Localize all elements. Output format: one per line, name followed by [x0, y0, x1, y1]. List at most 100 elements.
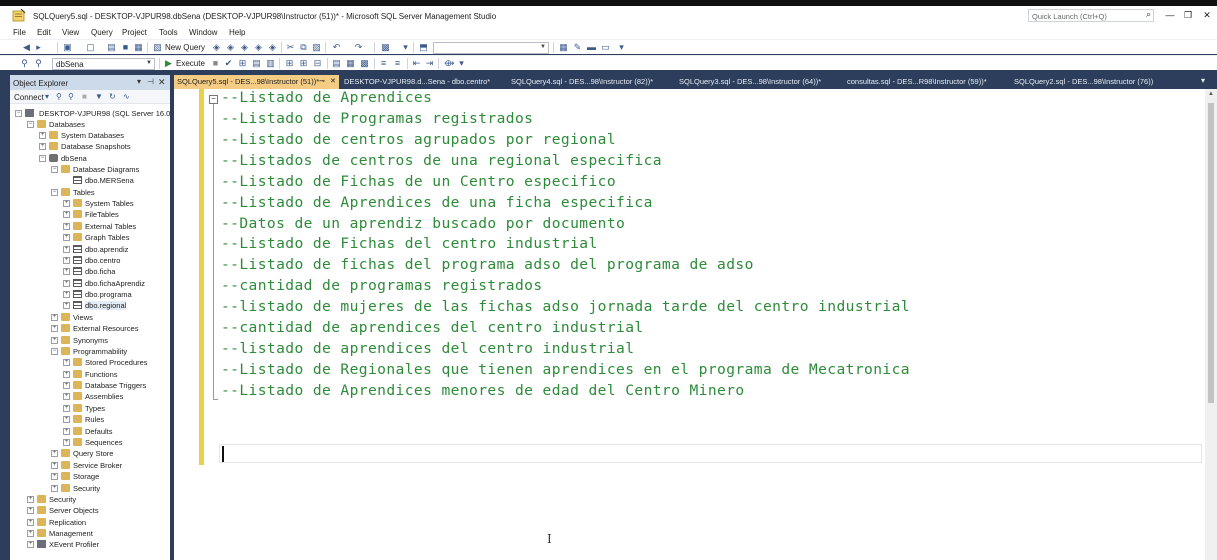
new-project-icon[interactable]: ▣	[63, 43, 72, 52]
expand-icon[interactable]: +	[63, 223, 70, 230]
close-icon[interactable]: ✕	[158, 77, 166, 88]
menu-tools[interactable]: Tools	[159, 28, 178, 37]
expand-icon[interactable]: +	[63, 439, 70, 446]
available-databases-combo[interactable]: dbSena ▼	[52, 58, 155, 70]
close-window-button[interactable]: ✕	[1200, 10, 1214, 21]
execute-button[interactable]: Execute	[176, 59, 205, 68]
pin-icon[interactable]: ⊸	[319, 77, 325, 85]
expand-icon[interactable]: +	[39, 132, 46, 139]
new-query-button[interactable]: New Query	[165, 43, 205, 52]
xmla-query-icon[interactable]: ◈	[268, 43, 277, 52]
undo-icon[interactable]: ↶	[332, 43, 341, 52]
expand-icon[interactable]: +	[63, 257, 70, 264]
disconnect-icon[interactable]: ⚲	[68, 92, 74, 101]
stop-icon[interactable]: ■	[82, 92, 87, 101]
expand-icon[interactable]: +	[63, 416, 70, 423]
include-actual-plan-icon[interactable]: ⊞	[285, 59, 294, 68]
expand-icon[interactable]: +	[51, 473, 58, 480]
menu-help[interactable]: Help	[229, 28, 245, 37]
expand-icon[interactable]: +	[63, 200, 70, 207]
menu-project[interactable]: Project	[122, 28, 147, 37]
activity-monitor-icon[interactable]: ∿	[123, 92, 130, 101]
collapse-icon[interactable]: −	[51, 166, 58, 173]
tab-sqlquery5[interactable]: SQLQuery5.sql - DES...98\Instructor (51)…	[174, 75, 339, 89]
registered-servers-icon[interactable]: ▦	[559, 43, 568, 52]
cut-icon[interactable]: ✂	[286, 43, 295, 52]
display-estimated-plan-icon[interactable]: ⊞	[238, 59, 247, 68]
dropdown-icon[interactable]: ▾	[137, 77, 141, 86]
live-query-stats-icon[interactable]: ⊞	[299, 59, 308, 68]
analysis-query-icon[interactable]: ◈	[226, 43, 235, 52]
expand-icon[interactable]: +	[63, 405, 70, 412]
results-to-grid-icon[interactable]: ▦	[346, 59, 355, 68]
debug-window-icon[interactable]: ▩	[381, 43, 390, 52]
minimize-button[interactable]: —	[1163, 10, 1177, 20]
quick-launch-input[interactable]: Quick Launch (Ctrl+Q) ⌕	[1028, 9, 1154, 22]
new-query-icon[interactable]: ▧	[153, 43, 162, 52]
intellisense-icon[interactable]: ▥	[266, 59, 275, 68]
expand-icon[interactable]: +	[63, 393, 70, 400]
editor-vertical-scrollbar[interactable]: ▲	[1205, 89, 1217, 560]
menu-edit[interactable]: Edit	[37, 28, 51, 37]
tab-consultas[interactable]: consultas.sql - DES...R98\Instructor (59…	[844, 75, 1004, 89]
menu-window[interactable]: Window	[189, 28, 217, 37]
toolbar-options-icon[interactable]: ▾	[457, 59, 466, 68]
expand-icon[interactable]: +	[63, 371, 70, 378]
expand-icon[interactable]: +	[63, 234, 70, 241]
collapse-icon[interactable]: −	[15, 110, 22, 117]
scrollbar-thumb[interactable]	[1208, 103, 1214, 403]
chevron-down-icon[interactable]: ▾	[45, 92, 49, 101]
results-to-text-icon[interactable]: ▤	[332, 59, 341, 68]
find-in-files-icon[interactable]: ⬒	[419, 43, 428, 52]
expand-icon[interactable]: +	[27, 496, 34, 503]
expand-icon[interactable]: +	[63, 280, 70, 287]
expand-icon[interactable]: +	[27, 541, 34, 548]
tab-sqlquery4[interactable]: SQLQuery4.sql - DES...98\Instructor (82)…	[508, 75, 668, 89]
expand-icon[interactable]: +	[51, 485, 58, 492]
outline-collapse-icon[interactable]: −	[209, 95, 218, 104]
menu-query[interactable]: Query	[91, 28, 113, 37]
collapse-icon[interactable]: −	[51, 348, 58, 355]
comment-lines-icon[interactable]: ≡	[379, 59, 388, 68]
expand-icon[interactable]: +	[51, 337, 58, 344]
restore-button[interactable]: ❐	[1181, 10, 1195, 21]
results-to-file-icon[interactable]: ▩	[360, 59, 369, 68]
collapse-icon[interactable]: −	[51, 189, 58, 196]
paste-icon[interactable]: ▨	[312, 43, 321, 52]
connect-button[interactable]: Connect	[14, 93, 44, 102]
collapse-icon[interactable]: −	[27, 121, 34, 128]
execute-icon[interactable]: ▶	[164, 59, 173, 68]
expand-icon[interactable]: +	[63, 268, 70, 275]
copy-icon[interactable]: ⧉	[299, 43, 308, 52]
save-all-icon[interactable]: ▦	[134, 43, 143, 52]
pin-icon[interactable]: ⊣	[147, 77, 154, 86]
back-icon[interactable]: ◀	[22, 43, 31, 52]
expand-icon[interactable]: +	[63, 302, 70, 309]
query-options-icon[interactable]: ▤	[252, 59, 261, 68]
connect-icon[interactable]: ⚲	[20, 59, 29, 68]
open-folder-icon[interactable]: ▤	[107, 43, 116, 52]
toolbox-icon[interactable]: ▬	[587, 43, 596, 52]
forward-icon[interactable]: ▸	[34, 43, 43, 52]
increase-indent-icon[interactable]: ⇥	[425, 59, 434, 68]
dmx-query-icon[interactable]: ◈	[254, 43, 263, 52]
scroll-up-arrow-icon[interactable]: ▲	[1208, 91, 1214, 97]
menu-view[interactable]: View	[62, 28, 79, 37]
menu-file[interactable]: File	[13, 28, 26, 37]
specify-template-values-icon[interactable]: ⟴	[444, 59, 454, 68]
tab-overflow-dropdown-icon[interactable]: ▾	[1201, 76, 1205, 85]
collapse-icon[interactable]: −	[39, 155, 46, 162]
expand-icon[interactable]: +	[39, 143, 46, 150]
expand-icon[interactable]: +	[63, 359, 70, 366]
redo-icon[interactable]: ↷	[354, 43, 363, 52]
expand-icon[interactable]: +	[51, 325, 58, 332]
cancel-query-icon[interactable]: ■	[211, 59, 220, 68]
decrease-indent-icon[interactable]: ⇤	[412, 59, 421, 68]
tab-dbo-centro[interactable]: DESKTOP-VJPUR98.d...Sena - dbo.centro*	[341, 75, 501, 89]
close-icon[interactable]: ✕	[330, 77, 336, 85]
expand-icon[interactable]: +	[63, 211, 70, 218]
find-combo[interactable]: ▼	[433, 42, 549, 54]
refresh-icon[interactable]: ↻	[109, 92, 116, 101]
client-statistics-icon[interactable]: ⊟	[313, 59, 322, 68]
expand-icon[interactable]: +	[63, 382, 70, 389]
